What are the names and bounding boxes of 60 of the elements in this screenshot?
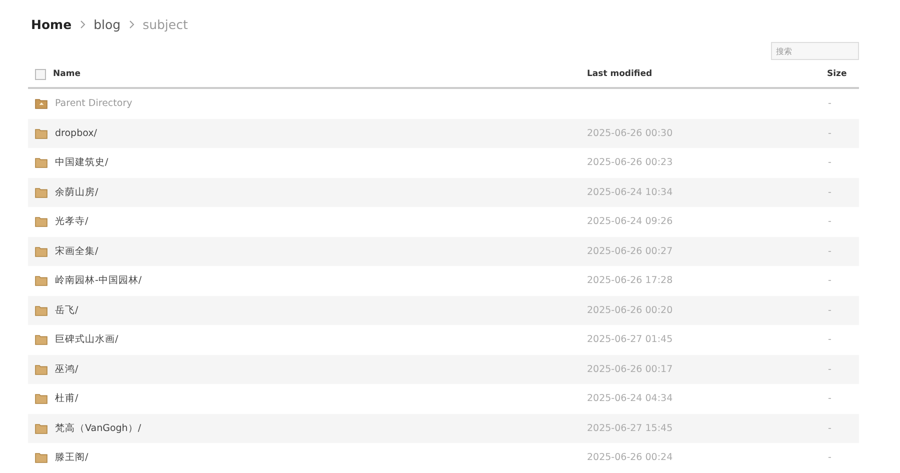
modified-date: 2025-06-26 00:24 [587,452,673,464]
chevron-icon [128,20,135,28]
file-size: - [827,364,832,375]
file-link[interactable]: dropbox/ [55,128,97,139]
file-size: - [827,216,832,228]
file-size: - [827,98,832,110]
modified-date: 2025-06-27 15:45 [587,422,673,434]
chevron-icon [80,20,86,28]
file-link[interactable]: 杜甫/ [55,393,78,404]
file-link[interactable]: 巫鸿/ [55,364,78,375]
modified-date: 2025-06-26 00:20 [587,304,673,316]
file-link[interactable]: 光孝寺/ [55,216,88,228]
file-link[interactable]: 余荫山房/ [55,186,98,198]
folder-up-icon [35,98,48,110]
file-size: - [827,452,832,464]
file-size: - [827,393,832,404]
column-header[interactable]: Size [827,69,847,80]
folder-icon [35,186,48,198]
column-header[interactable]: Last modified [587,69,652,80]
file-link[interactable]: 巨碑式山水画/ [55,334,118,346]
file-link[interactable]: 宋画全集/ [55,246,98,257]
file-size: - [827,304,832,316]
folder-icon [35,334,48,346]
file-size: - [827,128,832,139]
file-size: - [827,422,832,434]
breadcrumb-link[interactable]: Home [31,16,72,32]
folder-icon [35,157,48,168]
file-link[interactable]: 岳飞/ [55,304,78,316]
modified-date: 2025-06-26 17:28 [587,275,673,286]
breadcrumb-link[interactable]: blog [94,16,121,32]
modified-date: 2025-06-24 09:26 [587,216,673,228]
file-size: - [827,246,832,257]
modified-date: 2025-06-26 00:27 [587,246,673,257]
folder-icon [35,128,48,139]
modified-date: 2025-06-27 01:45 [587,334,673,346]
folder-icon [35,304,48,316]
file-link[interactable]: 滕王阁/ [55,452,88,464]
folder-icon [35,452,48,464]
file-size: - [827,157,832,168]
modified-date: 2025-06-24 10:34 [587,186,673,198]
search-field[interactable]: 搜索 [771,42,859,60]
file-size: - [827,275,832,286]
folder-icon [35,216,48,228]
modified-date: 2025-06-26 00:23 [587,157,673,168]
file-size: - [827,186,832,198]
folder-icon [35,364,48,375]
file-link[interactable]: 梵高（VanGogh）/ [55,422,142,434]
file-size: - [827,334,832,346]
folder-icon [35,393,48,404]
modified-date: 2025-06-24 04:34 [587,393,673,404]
folder-icon [35,275,48,286]
modified-date: 2025-06-26 00:17 [587,364,673,375]
column-header[interactable]: Name [53,69,80,80]
file-link[interactable]: 岭南园林-中国园林/ [55,275,142,286]
folder-icon [35,246,48,257]
current-folder-label: subject [142,16,188,32]
file-link[interactable]: 中国建筑史/ [55,157,108,168]
modified-date: 2025-06-26 00:30 [587,128,673,139]
folder-icon [35,422,48,434]
checkbox[interactable] [35,69,46,80]
